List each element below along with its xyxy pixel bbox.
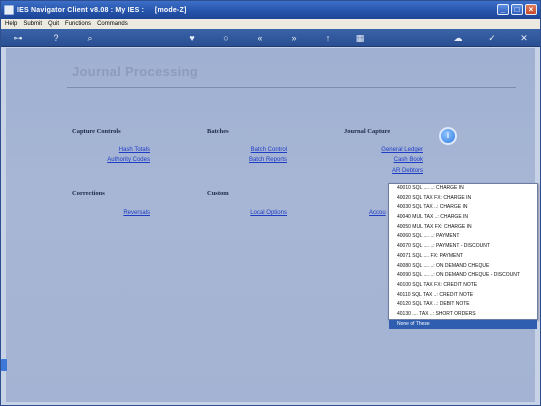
menu-help[interactable]: Help	[5, 21, 17, 27]
page-title: Journal Processing	[72, 64, 199, 79]
app-icon	[4, 5, 14, 15]
batches-heading: Batches	[207, 128, 229, 135]
app-window: IES Navigator Client v8.08 : My IES : [m…	[0, 0, 541, 406]
forward-icon[interactable]: »	[287, 32, 301, 44]
batch-control-link[interactable]: Batch Control	[251, 147, 287, 153]
grid-icon[interactable]: ▦	[353, 32, 367, 44]
accounts-link-partial[interactable]: Accou	[369, 210, 386, 216]
up-icon[interactable]: ↑	[321, 32, 335, 44]
check-icon[interactable]: ✓	[485, 32, 499, 44]
dropdown-option[interactable]: 40050 MUL TAX FX: CHARGE IN	[389, 223, 537, 233]
menu-commands[interactable]: Commands	[97, 21, 128, 27]
ar-debtors-link[interactable]: AR Debtors	[392, 168, 423, 174]
dropdown-option[interactable]: 40100 SQL TAX FX: CREDIT NOTE	[389, 281, 537, 291]
general-ledger-link[interactable]: General Ledger	[381, 147, 423, 153]
toolbar: ⊶ ? ⌕ ♥ ○ « » ↑ ▦ ☁ ✓ ✕	[1, 29, 540, 47]
help-icon[interactable]: ?	[49, 32, 63, 44]
menu-bar: Help Submit Quit Functions Commands	[1, 19, 540, 29]
cash-book-link[interactable]: Cash Book	[394, 157, 423, 163]
dropdown-option[interactable]: 40110 SQL TAX ..: CREDIT NOTE	[389, 291, 537, 301]
window-controls: _ □ ×	[497, 4, 537, 15]
dropdown-option[interactable]: 40040 MUL TAX ..: CHARGE IN	[389, 213, 537, 223]
custom-heading: Custom	[207, 190, 229, 197]
corrections-heading: Corrections	[72, 190, 105, 197]
dropdown-option-none-of-these[interactable]: None of These	[389, 319, 537, 330]
dropdown-option[interactable]: 40060 SQL .... ..: PAYMENT	[389, 232, 537, 242]
dropdown-option[interactable]: 40030 SQL TAX ..: CHARGE IN	[389, 203, 537, 213]
menu-quit[interactable]: Quit	[48, 21, 59, 27]
dropdown-option[interactable]: 40090 SQL .... ..: ON DEMAND CHEQUE - DI…	[389, 271, 537, 281]
search-icon[interactable]: ⌕	[83, 32, 97, 44]
reversals-link[interactable]: Reversals	[123, 210, 150, 216]
minimize-button[interactable]: _	[497, 4, 509, 15]
title-bar: IES Navigator Client v8.08 : My IES : [m…	[1, 1, 540, 19]
journal-type-dropdown[interactable]: 40010 SQL .... ..: CHARGE IN 40020 SQL T…	[388, 183, 538, 330]
close-icon[interactable]: ✕	[517, 32, 531, 44]
menu-submit[interactable]: Submit	[23, 21, 42, 27]
key-icon[interactable]: ⊶	[11, 32, 25, 44]
side-panel-tab[interactable]	[1, 359, 7, 371]
dropdown-option[interactable]: 40130 .... TAX ..: SHORT ORDERS	[389, 310, 537, 320]
batch-reports-link[interactable]: Batch Reports	[249, 157, 287, 163]
dropdown-option[interactable]: 40010 SQL .... ..: CHARGE IN	[389, 184, 537, 194]
journal-capture-heading: Journal Capture	[344, 128, 391, 135]
capture-controls-heading: Capture Controls	[72, 128, 121, 135]
heart-icon[interactable]: ♥	[185, 32, 199, 44]
title-divider	[67, 87, 516, 88]
back-icon[interactable]: «	[253, 32, 267, 44]
menu-functions[interactable]: Functions	[65, 21, 91, 27]
dropdown-option[interactable]: 40070 SQL .... ..: PAYMENT - DISCOUNT	[389, 242, 537, 252]
restore-button[interactable]: □	[511, 4, 523, 15]
local-options-link[interactable]: Local Options	[250, 210, 287, 216]
dropdown-option[interactable]: 40120 SQL TAX ..: DEBIT NOTE	[389, 300, 537, 310]
cloud-icon[interactable]: ☁	[451, 32, 465, 44]
authority-codes-link[interactable]: Authority Codes	[107, 157, 150, 163]
dropdown-option[interactable]: 40080 SQL .... ..: ON DEMAND CHEQUE	[389, 262, 537, 272]
window-title: IES Navigator Client v8.08 : My IES : [m…	[17, 6, 187, 14]
dropdown-option[interactable]: 40071 SQL .... FX: PAYMENT	[389, 252, 537, 262]
hash-totals-link[interactable]: Hash Totals	[119, 147, 150, 153]
info-icon[interactable]: i	[439, 127, 457, 145]
refresh-icon[interactable]: ○	[219, 32, 233, 44]
dropdown-option[interactable]: 40020 SQL TAX FX: CHARGE IN	[389, 194, 537, 204]
close-window-button[interactable]: ×	[525, 4, 537, 15]
